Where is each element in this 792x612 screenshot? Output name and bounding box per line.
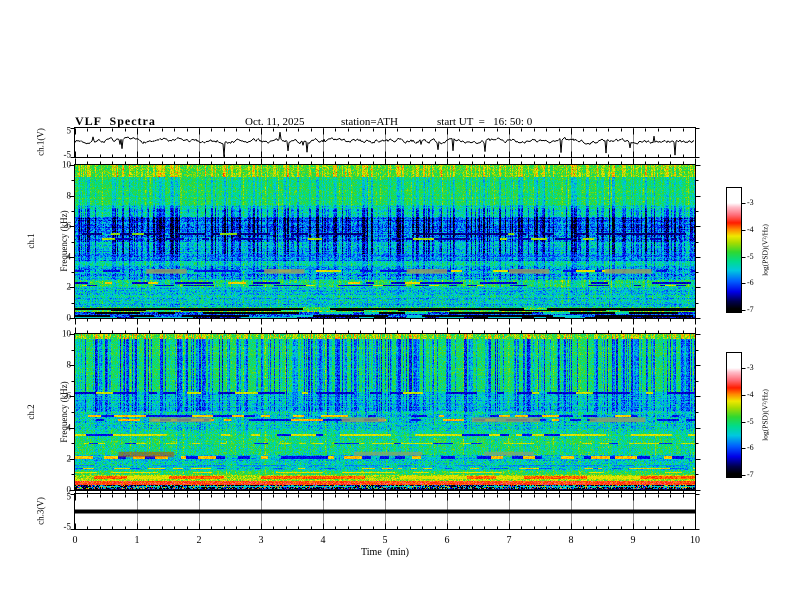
colorbar2-psd-label: log(PSD)(V²/Hz) [761, 389, 769, 441]
colorbar1-tick-label: -6 [747, 279, 754, 287]
x-tick-label: 0 [73, 536, 78, 546]
ch2-freq-tick-label: 8 [67, 361, 72, 370]
ch3-voltage-axis-label: ch.3(V) [36, 497, 47, 525]
x-tick-label: 10 [690, 536, 700, 546]
ch1-freq-tick-label: 4 [67, 252, 72, 261]
x-tick-label: 6 [445, 536, 450, 546]
x-tick-label: 2 [197, 536, 202, 546]
ch1-freq-tick-label: 0 [67, 314, 72, 323]
x-tick-label: 7 [507, 536, 512, 546]
ch1-freq-tick-label: 6 [67, 222, 72, 231]
ch2-freq-tick-label: 4 [67, 423, 72, 432]
ch1-freq-tick-label: 8 [67, 191, 72, 200]
ch3-volt-tick-label: 5 [67, 493, 72, 502]
ch1-volt-tick-label: -5 [64, 151, 72, 160]
colorbar1-psd-label: log(PSD)(V²/Hz) [761, 224, 769, 276]
vlf-spectra-figure: VLF Spectra Oct. 11, 2025 station=ATH st… [0, 0, 792, 612]
x-tick-label: 5 [383, 536, 388, 546]
x-tick-label: 9 [631, 536, 636, 546]
x-tick-label: 4 [321, 536, 326, 546]
colorbar1-tick-label: -7 [747, 306, 754, 314]
x-tick-label: 3 [259, 536, 264, 546]
colorbar1-tick-label: -5 [747, 253, 754, 261]
colorbar2-tick-label: -7 [747, 471, 754, 479]
ch2-freq-tick-label: 2 [67, 454, 72, 463]
colorbar2-tick-label: -4 [747, 391, 754, 399]
colorbar2-tick-label: -5 [747, 418, 754, 426]
ch1-freq-tick-label: 2 [67, 283, 72, 292]
colorbar1-tick-label: -3 [747, 199, 754, 207]
ch2-freq-tick-label: 6 [67, 392, 72, 401]
ch2-axis-label-line1: ch.2 [26, 381, 37, 442]
ch2-freq-tick-label: 10 [62, 330, 71, 339]
ch1-frequency-axis-label: ch.1 Frequency (kHz) [4, 210, 92, 271]
ch2-frequency-axis-label: ch.2 Frequency (kHz) [4, 381, 92, 442]
colorbar2-tick-label: -3 [747, 364, 754, 372]
ch1-volt-tick-label: 5 [67, 127, 72, 136]
ch3-volt-tick-label: -5 [64, 523, 72, 532]
ch1-axis-label-line1: ch.1 [26, 210, 37, 271]
time-axis-label: Time (min) [361, 548, 409, 558]
x-tick-label: 1 [135, 536, 140, 546]
colorbar2-tick-label: -6 [747, 444, 754, 452]
ch1-voltage-axis-label: ch.1(V) [36, 128, 47, 156]
colorbar1-tick-label: -4 [747, 226, 754, 234]
ch1-freq-tick-label: 10 [62, 161, 71, 170]
x-tick-label: 8 [569, 536, 574, 546]
axes-ticks-canvas [0, 0, 792, 612]
ch1-axis-label-line2: Frequency (kHz) [59, 210, 70, 271]
